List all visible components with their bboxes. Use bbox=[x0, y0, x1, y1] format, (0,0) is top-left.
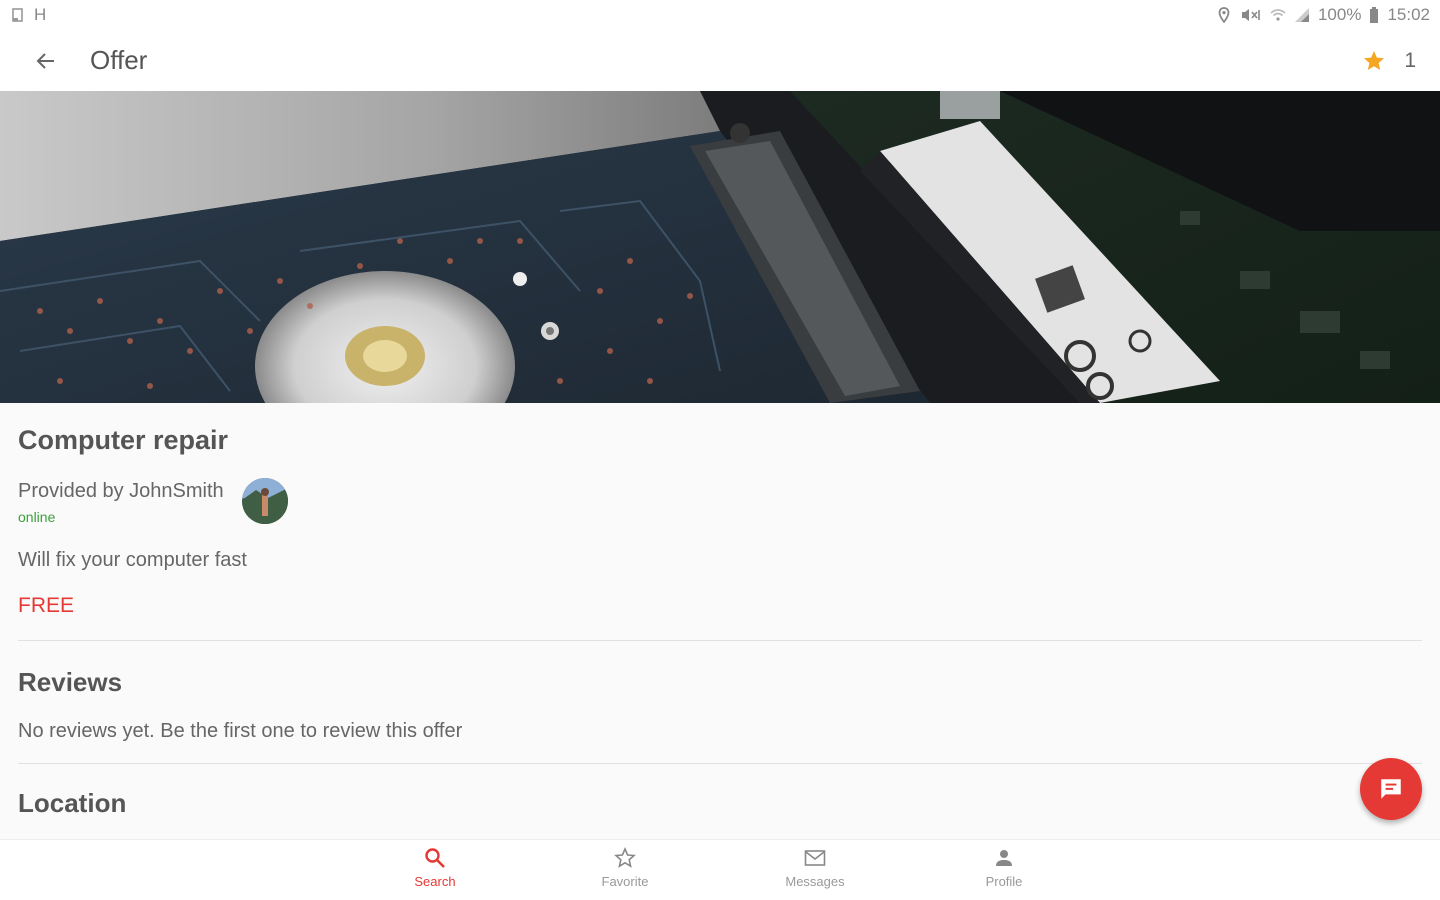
location-icon bbox=[1216, 7, 1232, 23]
status-bar: H 100% 15:02 bbox=[0, 0, 1440, 30]
nav-profile-label: Profile bbox=[985, 874, 1023, 889]
app-bar: Offer 1 bbox=[0, 30, 1440, 91]
person-icon bbox=[996, 850, 1012, 866]
battery-percent: 100% bbox=[1317, 5, 1362, 24]
offer-title: Computer repair bbox=[18, 425, 229, 455]
bottom-navigation: Search Favorite Messages Profile bbox=[0, 839, 1440, 900]
app-bar-actions: 1 bbox=[1362, 49, 1416, 73]
reviews-title: Reviews bbox=[18, 667, 123, 697]
nav-search-label: Search bbox=[414, 874, 456, 889]
message-fab-button[interactable] bbox=[1360, 758, 1422, 820]
offer-description: Will fix your computer fast bbox=[18, 549, 247, 571]
favorite-button[interactable] bbox=[1362, 49, 1386, 73]
back-button[interactable] bbox=[30, 45, 62, 77]
status-left: H bbox=[10, 5, 46, 25]
chat-icon bbox=[1381, 779, 1401, 799]
offer-details: Computer repair Provided by JohnSmith on… bbox=[0, 403, 1440, 839]
divider bbox=[18, 763, 1422, 764]
mail-icon bbox=[804, 850, 826, 866]
status-right: 100% 15:02 bbox=[1216, 5, 1430, 25]
wifi-icon bbox=[1270, 7, 1286, 23]
signal-icon bbox=[1294, 7, 1310, 23]
favorite-count: 1 bbox=[1404, 48, 1416, 72]
offer-price: FREE bbox=[18, 594, 75, 617]
provider-info: Provided by JohnSmith online bbox=[18, 480, 224, 525]
provider-status: online bbox=[18, 509, 56, 525]
search-icon bbox=[425, 848, 445, 868]
mute-icon bbox=[1240, 7, 1262, 23]
nav-search[interactable]: Search bbox=[380, 846, 490, 898]
clock: 15:02 bbox=[1387, 5, 1430, 24]
arrow-back-icon bbox=[36, 52, 54, 69]
avatar[interactable] bbox=[241, 478, 288, 524]
star-icon bbox=[1364, 50, 1385, 70]
battery-icon bbox=[1369, 7, 1379, 23]
location-title: Location bbox=[18, 788, 127, 818]
provider-row: Provided by JohnSmith online bbox=[18, 478, 1422, 525]
notification-icon bbox=[10, 7, 26, 23]
star-outline-icon bbox=[614, 846, 636, 868]
provider-name[interactable]: Provided by JohnSmith bbox=[18, 480, 224, 503]
nav-messages-label: Messages bbox=[785, 874, 845, 889]
offer-hero-image bbox=[0, 91, 1440, 403]
nav-profile[interactable]: Profile bbox=[949, 846, 1059, 898]
nav-favorite-label: Favorite bbox=[601, 874, 649, 889]
nav-messages[interactable]: Messages bbox=[760, 846, 870, 898]
page-title: Offer bbox=[90, 45, 148, 75]
reviews-empty-text: No reviews yet. Be the first one to revi… bbox=[18, 720, 463, 742]
divider bbox=[18, 640, 1422, 641]
h-indicator: H bbox=[34, 5, 47, 24]
nav-favorite[interactable]: Favorite bbox=[570, 846, 680, 898]
